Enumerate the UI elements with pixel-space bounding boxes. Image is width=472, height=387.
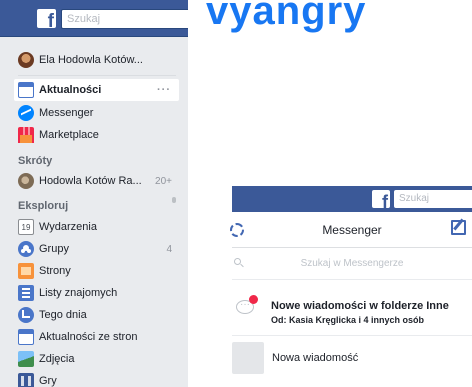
sidebar-item-label: Strony	[39, 265, 71, 277]
pages-icon	[18, 263, 34, 279]
profile-avatar	[18, 52, 34, 68]
compose-icon[interactable]	[451, 220, 466, 235]
facebook-logo-icon[interactable]: f	[372, 190, 390, 208]
messenger-top-bar: f Szukaj	[232, 186, 472, 212]
search-input[interactable]: Szukaj	[394, 190, 472, 208]
shortcuts-heading: Skróty	[18, 155, 53, 167]
marketplace-icon	[18, 127, 34, 143]
sidebar-item-games[interactable]: Gry	[0, 370, 188, 387]
search-icon	[234, 258, 241, 265]
sidebar-item-label: Hodowla Kotów Ra...	[39, 175, 142, 187]
facebook-logo-letter: f	[382, 192, 388, 208]
calendar-icon: 19	[18, 219, 34, 235]
sidebar-item-on-this-day[interactable]: Tego dnia	[0, 304, 188, 326]
pages-feed-icon	[18, 329, 34, 345]
count-badge: 20+	[155, 175, 172, 187]
sidebar-item-groups[interactable]: Grupy 4	[0, 238, 188, 260]
friend-lists-icon	[18, 285, 34, 301]
messenger-panel: Messenger Szukaj w Messengerze Nowe wiad…	[230, 212, 472, 387]
on-this-day-icon	[18, 307, 34, 323]
sidebar-item-label: Zdjęcia	[39, 353, 75, 365]
message-requests-title: Nowe wiadomości w folderze Inne	[271, 300, 449, 312]
messenger-header: Messenger	[230, 212, 472, 248]
message-requests-item[interactable]: Nowe wiadomości w folderze Inne Od: Kasi…	[232, 280, 472, 336]
facebook-logo-icon[interactable]: f	[37, 9, 56, 28]
games-icon	[18, 373, 34, 387]
page-title-fragment: vyangry	[206, 0, 367, 33]
groups-icon	[18, 241, 34, 257]
sidebar-item-friend-lists[interactable]: Listy znajomych	[0, 282, 188, 304]
sidebar-item-pages[interactable]: Strony	[0, 260, 188, 282]
notification-dot	[249, 295, 258, 304]
sidebar-item-label: Marketplace	[39, 129, 99, 141]
more-options-icon[interactable]: ···	[157, 84, 171, 96]
sidebar-item-photos[interactable]: Zdjęcia	[0, 348, 188, 370]
sidebar-item-marketplace[interactable]: Marketplace	[0, 124, 188, 146]
facebook-logo-letter: f	[47, 11, 54, 28]
sidebar-item-label: Aktualności	[39, 84, 102, 96]
sidebar-item-pages-feed[interactable]: Aktualności ze stron	[0, 326, 188, 348]
sidebar-item-label: Tego dnia	[39, 309, 87, 321]
messenger-title: Messenger	[322, 223, 382, 237]
photos-icon	[18, 351, 34, 367]
sidebar-item-events[interactable]: 19 Wydarzenia	[0, 216, 188, 238]
sidebar-item-messenger[interactable]: Messenger	[0, 102, 188, 124]
sidebar-item-label: Grupy	[39, 243, 69, 255]
sidebar-item-label: Listy znajomych	[39, 287, 118, 299]
explore-heading: Eksploruj	[18, 200, 69, 212]
messenger-search[interactable]: Szukaj w Messengerze	[232, 248, 472, 280]
sidebar-item-label: Wydarzenia	[39, 221, 97, 233]
avatar	[232, 342, 264, 374]
sidebar-item-label: Aktualności ze stron	[39, 331, 138, 343]
messenger-search-input[interactable]: Szukaj w Messengerze	[252, 258, 452, 269]
sidebar-item-label: Gry	[39, 375, 57, 387]
sidebar-item-profile[interactable]: Ela Hodowla Kotów...	[0, 49, 188, 71]
message-requests-subtitle: Od: Kasia Kręglicka i 4 innych osób	[271, 315, 425, 325]
news-feed-icon	[18, 82, 34, 98]
new-message-item[interactable]: Nowa wiadomość	[232, 336, 472, 380]
sidebar-item-label: Ela Hodowla Kotów...	[39, 54, 143, 66]
divider	[18, 75, 176, 76]
messenger-icon	[18, 105, 34, 121]
sidebar-item-news-feed[interactable]: Aktualności ···	[14, 79, 179, 101]
sidebar-item-label: Messenger	[39, 107, 94, 119]
search-input[interactable]: Szukaj	[61, 9, 188, 29]
sidebar-item-shortcut-page[interactable]: Hodowla Kotów Ra... 20+	[0, 170, 188, 192]
new-message-label: Nowa wiadomość	[272, 352, 359, 364]
scrollbar-handle[interactable]	[172, 197, 176, 203]
left-sidebar: Ela Hodowla Kotów... Aktualności ··· Mes…	[0, 37, 188, 387]
count-badge: 4	[166, 243, 172, 255]
facebook-top-bar: f Szukaj	[0, 0, 188, 37]
page-avatar	[18, 173, 34, 189]
